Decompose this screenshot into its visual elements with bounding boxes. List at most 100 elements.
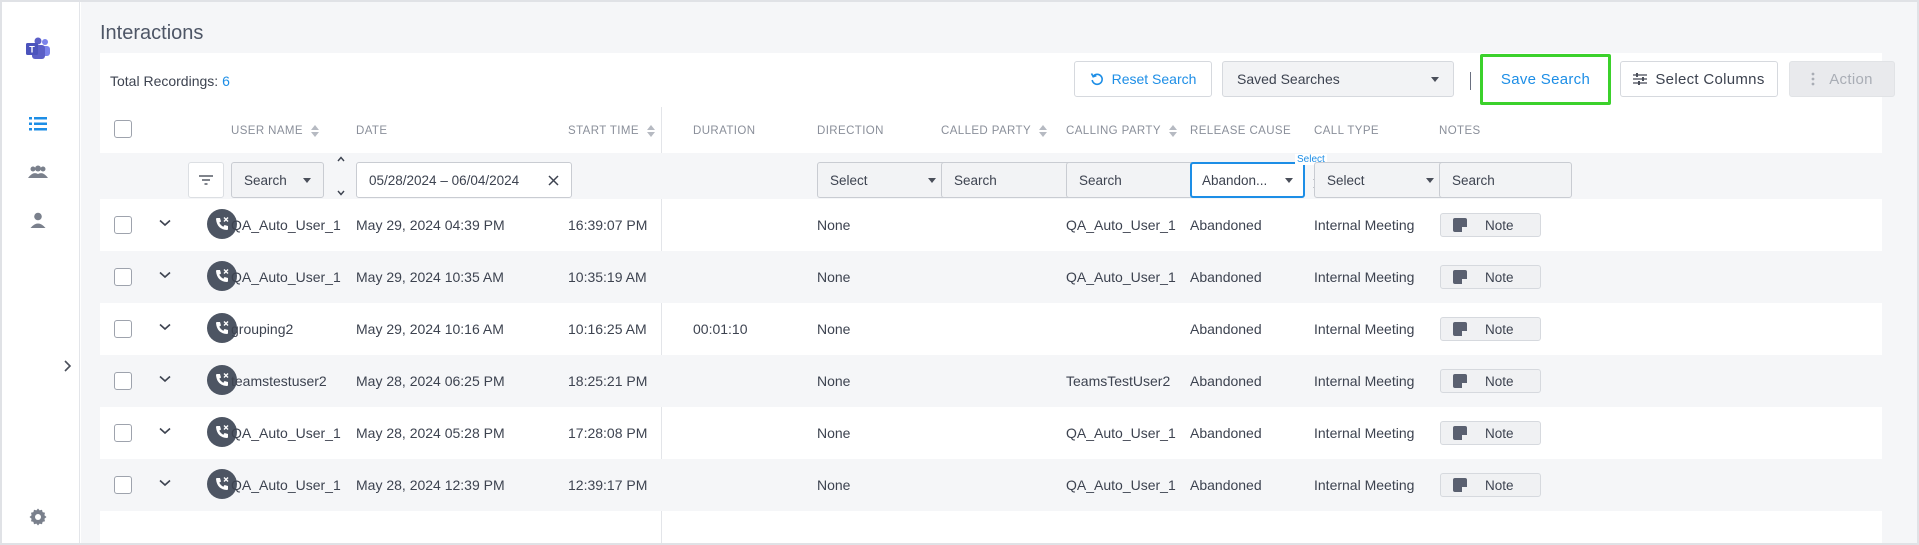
select-columns-label: Select Columns bbox=[1655, 70, 1765, 88]
start-time-cell: 18:25:21 PM bbox=[568, 373, 648, 389]
filter-scroll-arrows[interactable] bbox=[336, 153, 346, 199]
call-type-filter-dropdown[interactable]: Select bbox=[1314, 162, 1447, 198]
release-cause-filter-value: Abandon... bbox=[1202, 172, 1268, 188]
note-icon bbox=[1453, 426, 1467, 440]
sidebar: T bbox=[2, 2, 80, 543]
toolbar-divider bbox=[1470, 72, 1471, 90]
teams-logo-icon[interactable]: T bbox=[2, 36, 74, 62]
header-duration: DURATION bbox=[693, 125, 755, 137]
release-cause-cell: Abandoned bbox=[1190, 217, 1262, 233]
select-columns-button[interactable]: Select Columns bbox=[1620, 61, 1778, 97]
chevron-down-icon bbox=[337, 190, 345, 196]
note-button[interactable]: Note bbox=[1440, 265, 1541, 289]
notes-search-input[interactable]: Search bbox=[1439, 162, 1572, 198]
calling-party-search-input[interactable]: Search bbox=[1066, 162, 1199, 198]
table-row[interactable]: QA_Auto_User_1 May 29, 2024 04:39 PM 16:… bbox=[100, 199, 1882, 251]
note-button[interactable]: Note bbox=[1440, 473, 1541, 497]
note-button[interactable]: Note bbox=[1440, 421, 1541, 445]
sort-icon bbox=[1039, 125, 1048, 137]
header-start-time[interactable]: START TIME bbox=[568, 125, 655, 137]
direction-filter-value: Select bbox=[830, 172, 868, 188]
header-calling-party[interactable]: CALLING PARTY bbox=[1066, 125, 1177, 137]
chevron-right-icon[interactable] bbox=[63, 359, 73, 377]
calling-party-cell: QA_Auto_User_1 bbox=[1066, 477, 1176, 493]
date-range-field[interactable]: 05/28/2024 – 06/04/2024 bbox=[356, 162, 572, 198]
user-name-cell: teamstestuser2 bbox=[231, 373, 327, 389]
table-row[interactable]: QA_Auto_User_1 May 28, 2024 05:28 PM 17:… bbox=[100, 407, 1882, 459]
reset-search-button[interactable]: Reset Search bbox=[1074, 61, 1212, 97]
note-label: Note bbox=[1485, 217, 1514, 233]
release-cause-filter-dropdown[interactable]: Abandon... bbox=[1190, 162, 1305, 198]
chevron-down-icon[interactable] bbox=[157, 319, 173, 335]
header-notes-label: NOTES bbox=[1439, 125, 1481, 137]
row-checkbox[interactable] bbox=[114, 476, 132, 494]
table-row[interactable]: QA_Auto_User_1 May 29, 2024 10:35 AM 10:… bbox=[100, 251, 1882, 303]
user-name-filter-value: Search bbox=[244, 172, 287, 188]
calling-party-cell: QA_Auto_User_1 bbox=[1066, 269, 1176, 285]
close-icon[interactable] bbox=[548, 174, 559, 186]
table-row[interactable]: grouping2 May 29, 2024 10:16 AM 10:16:25… bbox=[100, 303, 1882, 355]
header-duration-label: DURATION bbox=[693, 125, 756, 137]
user-name-filter-dropdown[interactable]: Search bbox=[231, 162, 324, 198]
called-party-search-input[interactable]: Search bbox=[941, 162, 1074, 198]
row-checkbox[interactable] bbox=[114, 372, 132, 390]
filter-toggle-button[interactable] bbox=[188, 162, 224, 198]
table-row[interactable]: QA_Auto_User_1 May 28, 2024 12:39 PM 12:… bbox=[100, 459, 1882, 511]
note-button[interactable]: Note bbox=[1440, 369, 1541, 393]
save-search-button[interactable]: Save Search bbox=[1480, 54, 1611, 105]
header-user-name[interactable]: USER NAME bbox=[231, 125, 319, 137]
group-icon[interactable] bbox=[2, 162, 74, 182]
duration-cell: 00:01:10 bbox=[693, 321, 748, 337]
chevron-down-icon[interactable] bbox=[157, 475, 173, 491]
recordings-panel: Total Recordings: 6 Reset Search Saved Se… bbox=[100, 53, 1895, 543]
header-call-type-label: CALL TYPE bbox=[1314, 125, 1379, 137]
total-recordings-count: 6 bbox=[222, 73, 230, 89]
user-icon[interactable] bbox=[2, 210, 74, 230]
sliders-icon bbox=[1633, 73, 1648, 85]
calling-party-cell: TeamsTestUser2 bbox=[1066, 373, 1171, 389]
direction-filter-dropdown[interactable]: Select bbox=[817, 162, 949, 198]
list-icon[interactable] bbox=[2, 114, 74, 134]
direction-cell: None bbox=[817, 373, 851, 389]
header-called-party[interactable]: CALLED PARTY bbox=[941, 125, 1048, 137]
call-type-cell: Internal Meeting bbox=[1314, 373, 1415, 389]
chevron-down-icon[interactable] bbox=[157, 215, 173, 231]
direction-cell: None bbox=[817, 321, 851, 337]
call-type-cell: Internal Meeting bbox=[1314, 477, 1415, 493]
chevron-down-icon bbox=[928, 177, 936, 183]
header-start-time-label: START TIME bbox=[568, 125, 639, 137]
note-icon bbox=[1453, 218, 1467, 232]
row-checkbox[interactable] bbox=[114, 268, 132, 286]
row-checkbox[interactable] bbox=[114, 424, 132, 442]
reset-search-label: Reset Search bbox=[1111, 71, 1197, 87]
start-time-cell: 12:39:17 PM bbox=[568, 477, 648, 493]
date-cell: May 28, 2024 05:28 PM bbox=[356, 425, 505, 441]
date-cell: May 29, 2024 10:16 AM bbox=[356, 321, 504, 337]
start-time-cell: 10:16:25 AM bbox=[568, 321, 647, 337]
saved-searches-dropdown[interactable]: Saved Searches bbox=[1222, 61, 1454, 97]
table-row[interactable]: teamstestuser2 May 28, 2024 06:25 PM 18:… bbox=[100, 355, 1882, 407]
date-cell: May 29, 2024 10:35 AM bbox=[356, 269, 504, 285]
row-checkbox[interactable] bbox=[114, 216, 132, 234]
header-calling-party-label: CALLING PARTY bbox=[1066, 125, 1161, 137]
called-party-search-placeholder: Search bbox=[954, 172, 997, 188]
main-content: Interactions Total Recordings: 6 Reset Se… bbox=[81, 2, 1917, 543]
action-button[interactable]: Action bbox=[1789, 61, 1895, 97]
note-label: Note bbox=[1485, 477, 1514, 493]
calling-party-cell: QA_Auto_User_1 bbox=[1066, 425, 1176, 441]
page-title: Interactions bbox=[100, 22, 204, 44]
chevron-down-icon[interactable] bbox=[157, 423, 173, 439]
gear-icon[interactable] bbox=[2, 507, 74, 527]
sort-icon bbox=[1168, 125, 1177, 137]
direction-cell: None bbox=[817, 477, 851, 493]
note-button[interactable]: Note bbox=[1440, 317, 1541, 341]
header-call-type: CALL TYPE bbox=[1314, 125, 1379, 137]
select-all-checkbox[interactable] bbox=[114, 120, 132, 138]
row-checkbox[interactable] bbox=[114, 320, 132, 338]
chevron-down-icon[interactable] bbox=[157, 267, 173, 283]
note-button[interactable]: Note bbox=[1440, 213, 1541, 237]
saved-searches-label: Saved Searches bbox=[1237, 71, 1340, 87]
chevron-down-icon[interactable] bbox=[157, 371, 173, 387]
date-cell: May 28, 2024 06:25 PM bbox=[356, 373, 505, 389]
note-icon bbox=[1453, 322, 1467, 336]
